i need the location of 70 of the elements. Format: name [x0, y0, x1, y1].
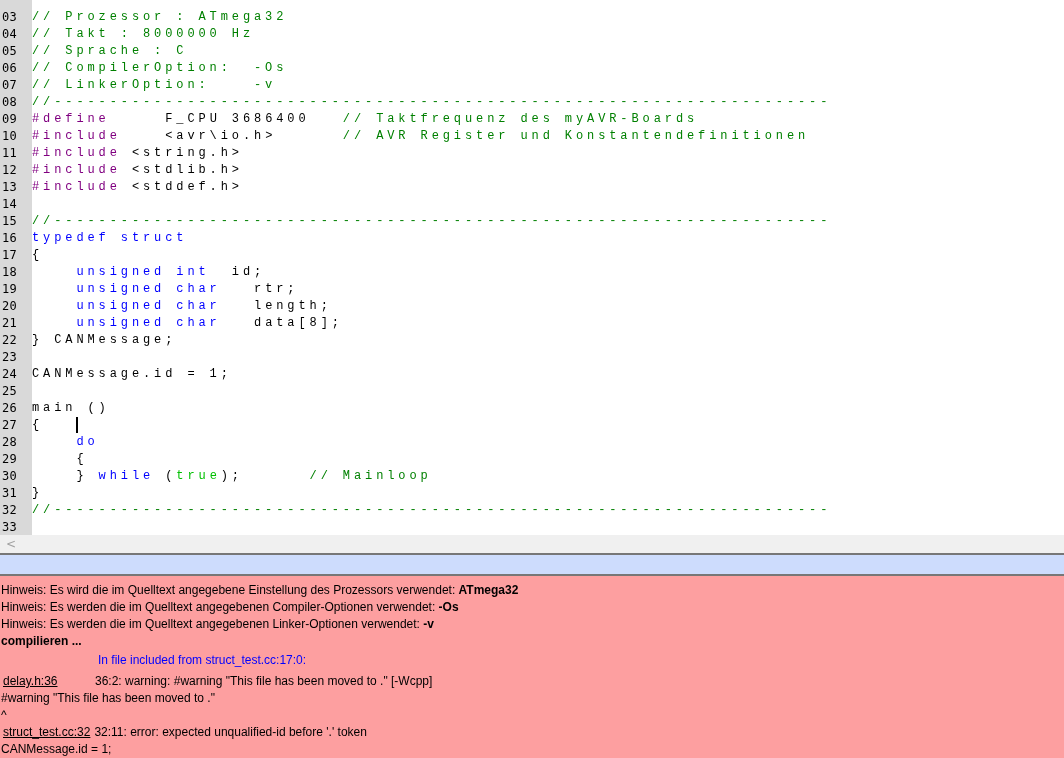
line-number: 29: [1, 451, 19, 466]
code-line: //----------------------------------------------------------------------: [32, 502, 832, 517]
code-line: //----------------------------------------------------------------------: [32, 213, 832, 228]
line-number: 18: [1, 264, 19, 279]
line-number: 05: [1, 43, 19, 58]
output-message: #warning "This file has been moved to .": [0, 690, 216, 707]
line-number: 08: [1, 94, 19, 109]
code-line: typedef struct: [32, 230, 188, 245]
line-number: 26: [1, 400, 19, 415]
line-number: 31: [1, 485, 19, 500]
output-message: CANMessage.id = 1;: [0, 741, 113, 758]
code-line: #define F_CPU 3686400 // Taktfrequenz des myAVR-Boards: [32, 111, 699, 126]
line-number: 23: [1, 349, 19, 364]
code-line: unsigned char data[8];: [75, 315, 343, 330]
source-link[interactable]: delay.h:36: [3, 673, 95, 690]
source-link[interactable]: struct_test.cc:32: [3, 724, 91, 741]
code-line: CANMessage.id = 1;: [32, 366, 232, 381]
output-message: Hinweis: Es werden die im Quelltext angegebenen Linker-Optionen verwendet: -v: [0, 616, 435, 633]
code-line: unsigned char rtr;: [75, 281, 299, 296]
output-message: ^: [0, 707, 8, 724]
line-number: 32: [1, 502, 19, 517]
line-number: 13: [1, 179, 19, 194]
line-number: 20: [1, 298, 19, 313]
line-number: 07: [1, 77, 19, 92]
code-line: } while (true); // Mainloop: [75, 468, 432, 483]
line-number: 15: [1, 213, 19, 228]
line-number: 25: [1, 383, 19, 398]
code-line: // Prozessor : ATmega32: [32, 9, 288, 24]
line-number: 06: [1, 60, 19, 75]
code-line: } CANMessage;: [32, 332, 177, 347]
code-line: unsigned int id;: [75, 264, 266, 279]
line-number: 22: [1, 332, 19, 347]
code-line: #include <stdlib.h>: [32, 162, 243, 177]
output-message: Hinweis: Es werden die im Quelltext angegebenen Compiler-Optionen verwendet: -Os: [0, 599, 460, 616]
line-number: 21: [1, 315, 19, 330]
line-number: 27: [1, 417, 19, 432]
line-number: 11: [1, 145, 19, 160]
line-number: 30: [1, 468, 19, 483]
code-line: // LinkerOption: -v: [32, 77, 277, 92]
code-line: {: [32, 247, 44, 262]
output-message: 32:11: error: expected unqualified-id before '.' token: [94, 724, 367, 741]
code-line: #include <stddef.h>: [32, 179, 243, 194]
code-line: // Sprache : C: [32, 43, 188, 58]
code-line: {: [75, 451, 88, 466]
output-message: 36:2: warning: #warning "This file has been moved to ." [-Wcpp]: [95, 673, 433, 690]
output-message: Hinweis: Es wird die im Quelltext angegebene Einstellung des Prozessors verwendet: ATmega32: [0, 582, 520, 599]
line-number: 24: [1, 366, 19, 381]
code-line: }: [32, 485, 44, 500]
line-number: 33: [1, 519, 19, 534]
line-number: 03: [1, 9, 19, 24]
code-line: {: [32, 417, 45, 432]
code-line: // CompilerOption: -Os: [32, 60, 288, 75]
code-line: do: [75, 434, 99, 449]
line-number: 28: [1, 434, 19, 449]
code-line: //----------------------------------------------------------------------: [32, 94, 832, 109]
code-line: // Takt : 8000000 Hz: [32, 26, 255, 41]
line-number: 09: [1, 111, 19, 126]
line-number: 16: [1, 230, 19, 245]
output-message: compilieren ...: [0, 633, 83, 650]
code-line: #include <string.h>: [32, 145, 243, 160]
line-number: 19: [1, 281, 19, 296]
line-number: 04: [1, 26, 19, 41]
code-line: #include <avr\io.h> // AVR Register und Konstantendefinitionen: [32, 128, 810, 143]
line-number: 14: [1, 196, 19, 211]
code-line: unsigned char length;: [75, 298, 332, 313]
line-number: 17: [1, 247, 19, 262]
output-message: In file included from struct_test.cc:17:0:: [97, 652, 308, 669]
code-line: main (): [32, 400, 110, 415]
line-number: 10: [1, 128, 19, 143]
line-number: 12: [1, 162, 19, 177]
